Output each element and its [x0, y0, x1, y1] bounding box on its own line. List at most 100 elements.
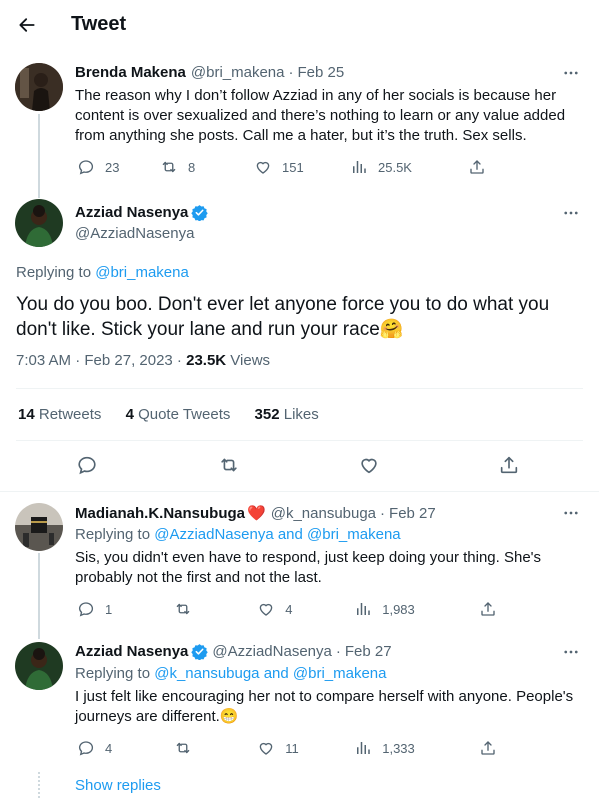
retweets-label: Retweets: [38, 406, 102, 423]
author-handle[interactable]: @AzziadNasenya: [75, 225, 194, 242]
views-icon: [350, 158, 368, 176]
reply-icon: [77, 739, 95, 757]
reply-count: 23: [105, 159, 120, 175]
more-icon[interactable]: [561, 63, 581, 83]
likes-stat[interactable]: 352 Likes: [255, 406, 319, 423]
verified-icon: [191, 643, 208, 660]
main-tweet-text: You do you boo. Don't ever let anyone fo…: [16, 294, 550, 340]
avatar-azziad-reply[interactable]: [15, 642, 63, 690]
retweet-icon: [160, 158, 178, 176]
like-count: 4: [285, 601, 293, 617]
reply1-actions: 1 4 1,983: [77, 600, 497, 618]
share-button[interactable]: [479, 739, 497, 757]
share-icon: [468, 158, 486, 176]
like-button[interactable]: 11: [257, 739, 354, 757]
retweets-stat[interactable]: 14 Retweets: [18, 406, 101, 423]
reply2-author-line: Azziad Nasenya @AzziadNasenya · Feb 27: [75, 643, 392, 660]
replying-to-link[interactable]: @k_nansubuga and @bri_makena: [154, 665, 386, 682]
retweet-icon: [174, 739, 192, 757]
like-button[interactable]: 151: [254, 158, 350, 176]
share-button[interactable]: [468, 158, 486, 176]
author-name[interactable]: Brenda Makena: [75, 64, 186, 81]
like-icon[interactable]: [358, 454, 380, 476]
likes-count: 352: [254, 406, 280, 423]
reply-icon: [77, 600, 95, 618]
more-icon[interactable]: [561, 503, 581, 523]
like-count: 11: [285, 740, 299, 756]
replying-to-line: Replying to @k_nansubuga and @bri_makena: [75, 665, 387, 682]
verified-icon: [191, 204, 208, 221]
share-button[interactable]: [479, 600, 497, 618]
avatar-azziad[interactable]: [15, 199, 63, 247]
tweet-date[interactable]: Feb 27: [389, 505, 436, 522]
reply1-author-line: Madianah.K.Nansubuga ❤️ @k_nansubuga · F…: [75, 504, 436, 523]
tweet-date[interactable]: Feb 25: [297, 64, 344, 81]
reply-count: 4: [105, 740, 113, 756]
divider: [16, 440, 583, 441]
reply-button[interactable]: 1: [77, 600, 174, 618]
views-icon: [354, 739, 372, 757]
tweet-timestamp[interactable]: 7:03 AM · Feb 27, 2023 ·: [16, 352, 186, 369]
author-handle[interactable]: @bri_makena: [191, 64, 285, 81]
thread-line: [38, 114, 40, 198]
tweet-date[interactable]: Feb 27: [345, 643, 392, 660]
share-icon: [479, 600, 497, 618]
author-handle[interactable]: @k_nansubuga: [271, 505, 376, 522]
like-icon: [257, 739, 275, 757]
parent-tweet-text: The reason why I don’t follow Azziad in …: [75, 87, 566, 144]
replying-prefix: Replying to: [75, 526, 155, 543]
author-handle[interactable]: @AzziadNasenya: [212, 643, 331, 660]
divider: [0, 491, 599, 492]
share-icon[interactable]: [498, 454, 520, 476]
reply-text: Sis, you didn't even have to respond, ju…: [75, 549, 542, 586]
more-icon[interactable]: [561, 203, 581, 223]
replying-to-line: Replying to @AzziadNasenya and @bri_make…: [75, 526, 401, 543]
views-icon: [354, 600, 372, 618]
replying-to-link[interactable]: @bri_makena: [95, 264, 189, 281]
views-label: Views: [226, 352, 271, 369]
back-arrow-icon[interactable]: [14, 12, 40, 38]
separator-dot: ·: [288, 64, 294, 81]
reply-button[interactable]: 23: [77, 158, 160, 176]
replying-prefix: Replying to: [75, 665, 155, 682]
retweet-button[interactable]: [174, 600, 257, 618]
replying-to-line: Replying to @bri_makena: [16, 264, 189, 281]
avatar-madianah[interactable]: [15, 503, 63, 551]
retweet-button[interactable]: [174, 739, 257, 757]
parent-actions: 23 8 151 25.5K: [77, 158, 497, 176]
share-icon: [479, 739, 497, 757]
main-author-handle-line: @AzziadNasenya: [75, 225, 194, 242]
main-author-name-line: Azziad Nasenya: [75, 204, 212, 221]
engagement-stats: 14 Retweets 4 Quote Tweets 352 Likes: [18, 406, 339, 423]
retweets-count: 14: [18, 406, 35, 423]
main-actions: [0, 450, 599, 480]
thread-line: [38, 553, 40, 639]
like-icon: [254, 158, 272, 176]
author-name[interactable]: Madianah.K.Nansubuga: [75, 505, 245, 522]
tweet-meta: 7:03 AM · Feb 27, 2023 · 23.5K Views: [16, 352, 270, 369]
views-button[interactable]: 1,333: [354, 739, 479, 757]
parent-author-line: Brenda Makena @bri_makena · Feb 25: [75, 64, 344, 81]
reply-icon[interactable]: [76, 454, 98, 476]
heart-emoji: ❤️: [247, 505, 266, 522]
retweet-icon: [174, 600, 192, 618]
views-button[interactable]: 25.5K: [350, 158, 468, 176]
views-count: 1,983: [382, 601, 415, 617]
reply2-actions: 4 11 1,333: [77, 739, 497, 757]
reply-text: I just felt like encouraging her not to …: [75, 688, 574, 725]
reply-button[interactable]: 4: [77, 739, 174, 757]
show-replies-link[interactable]: Show replies: [75, 777, 161, 794]
author-name[interactable]: Azziad Nasenya: [75, 204, 188, 221]
views-button[interactable]: 1,983: [354, 600, 479, 618]
retweet-icon[interactable]: [218, 454, 240, 476]
author-name[interactable]: Azziad Nasenya: [75, 643, 188, 660]
replying-to-link[interactable]: @AzziadNasenya and @bri_makena: [154, 526, 400, 543]
quote-tweets-stat[interactable]: 4 Quote Tweets: [126, 406, 231, 423]
avatar-brenda[interactable]: [15, 63, 63, 111]
retweet-button[interactable]: 8: [160, 158, 254, 176]
like-button[interactable]: 4: [257, 600, 354, 618]
like-count: 151: [282, 159, 304, 175]
thread-dotted-line: [38, 772, 40, 798]
more-icon[interactable]: [561, 642, 581, 662]
reply-icon: [77, 158, 95, 176]
